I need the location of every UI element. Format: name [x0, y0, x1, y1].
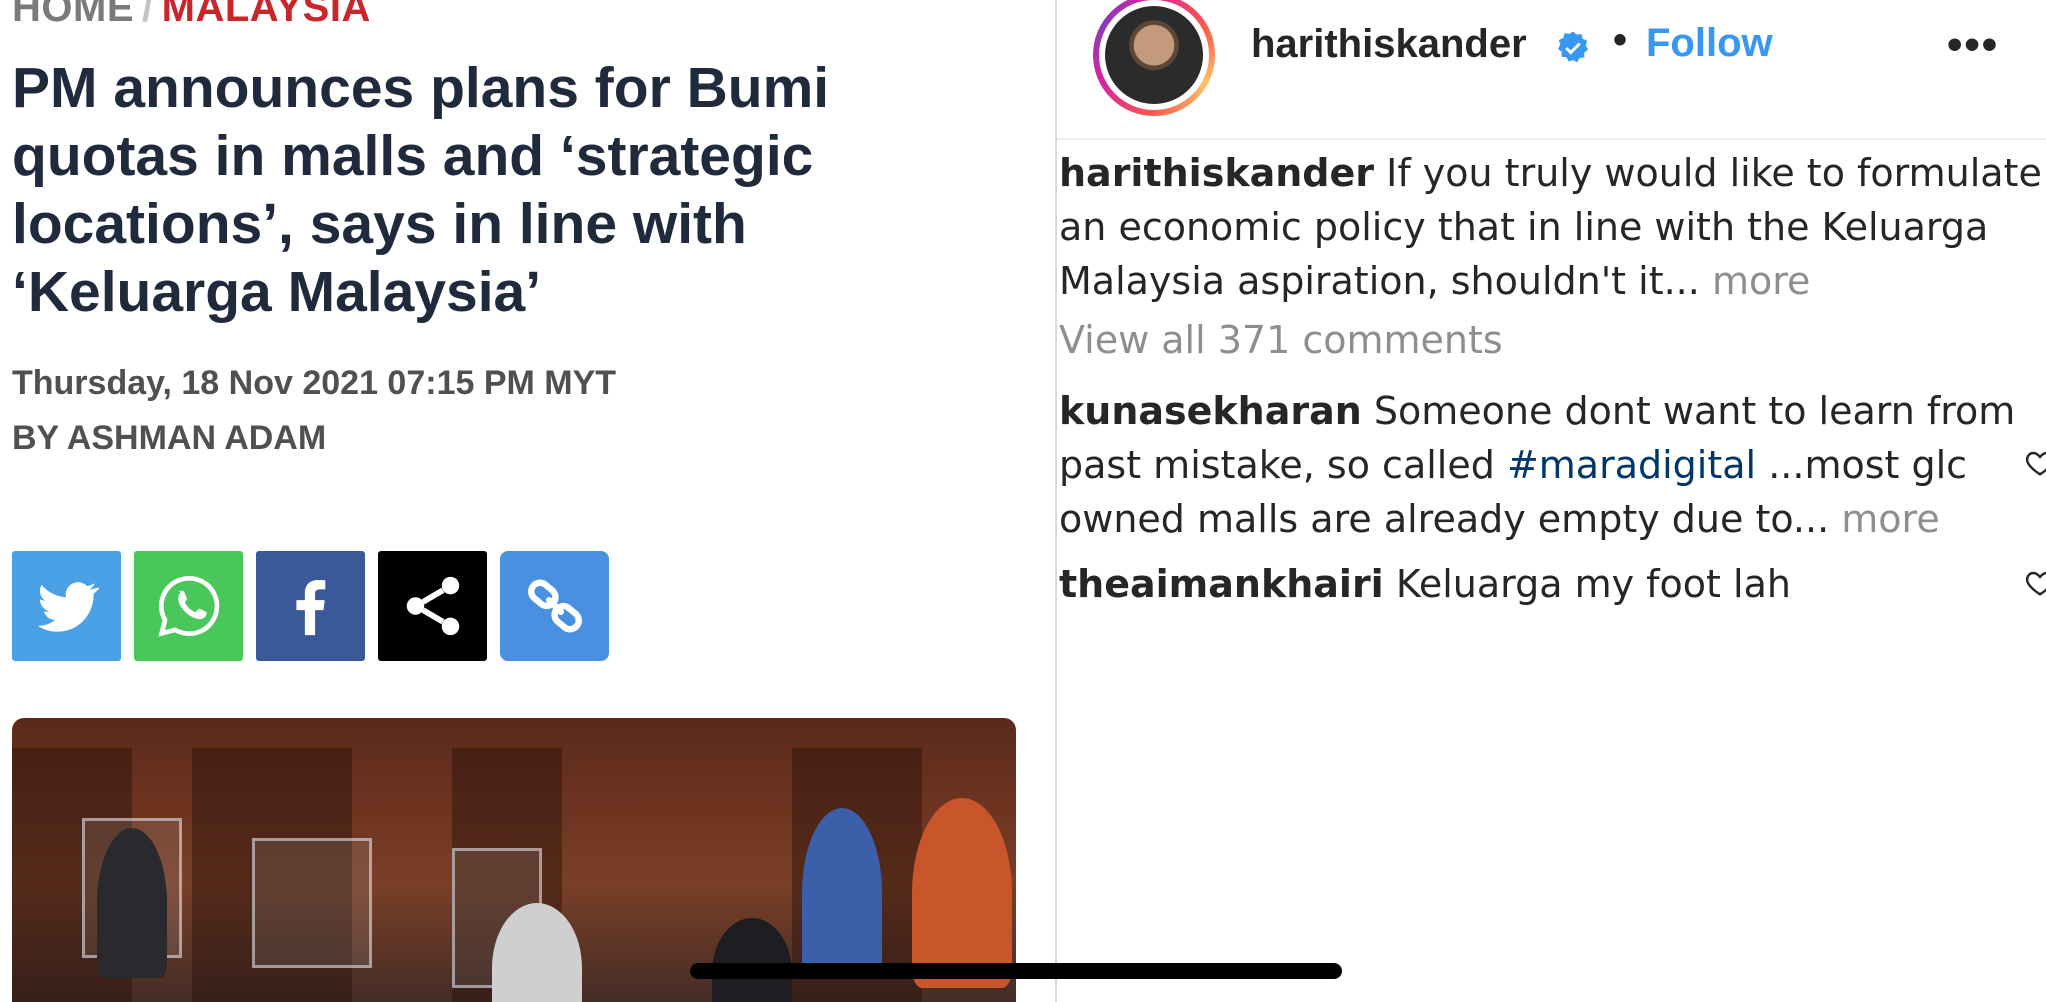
post-caption: harithiskander If you truly would like t… — [1059, 146, 2046, 308]
article-photo — [12, 718, 1016, 1002]
like-comment-heart-icon[interactable] — [2023, 567, 2046, 599]
more-options-icon[interactable]: ••• — [1947, 20, 1999, 70]
header-dot-separator: • — [1613, 18, 1628, 62]
breadcrumb-home-link[interactable]: HOME — [12, 0, 134, 30]
comment: theaimankhairi Keluarga my foot lah — [1059, 557, 2019, 611]
share-icon — [406, 576, 459, 636]
follow-button[interactable]: Follow — [1646, 21, 1773, 66]
breadcrumb: HOME / MALAYSIA — [12, 0, 371, 28]
story-ring[interactable] — [1093, 0, 1215, 116]
native-share-button[interactable] — [378, 551, 487, 661]
avatar — [1105, 6, 1203, 104]
facebook-share-button[interactable] — [256, 551, 365, 661]
comment-text: Keluarga my foot lah — [1395, 562, 1791, 606]
instagram-post: harithiskander • Follow ••• harithiskand… — [1057, 0, 2046, 1002]
comment-hashtag-link[interactable]: #maradigital — [1507, 443, 1756, 487]
caption-username[interactable]: harithiskander — [1059, 151, 1374, 195]
twitter-share-button[interactable] — [12, 551, 121, 661]
breadcrumb-separator: / — [142, 0, 154, 30]
comment-more-link[interactable]: more — [1841, 497, 1939, 541]
share-buttons — [12, 551, 609, 661]
article-author: BY ASHMAN ADAM — [12, 419, 327, 457]
comment-username[interactable]: kunasekharan — [1059, 389, 1362, 433]
breadcrumb-section-link[interactable]: MALAYSIA — [162, 0, 371, 30]
news-article: HOME / MALAYSIA PM announces plans for Bum… — [0, 0, 1055, 1002]
whatsapp-share-button[interactable] — [134, 551, 243, 661]
like-comment-heart-icon[interactable] — [2023, 447, 2046, 479]
copy-link-button[interactable] — [500, 551, 609, 661]
link-icon — [527, 579, 582, 633]
comment-username[interactable]: theaimankhairi — [1059, 562, 1384, 606]
comment: kunasekharan Someone dont want to learn … — [1059, 384, 2019, 546]
verified-badge-icon — [1558, 31, 1588, 63]
whatsapp-icon — [157, 575, 219, 637]
facebook-icon — [295, 580, 325, 636]
post-header: harithiskander • Follow ••• — [1057, 0, 2046, 140]
home-indicator[interactable] — [690, 963, 1342, 979]
view-all-comments-link[interactable]: View all 371 comments — [1059, 318, 1503, 362]
caption-more-link[interactable]: more — [1712, 259, 1810, 303]
header-username[interactable]: harithiskander — [1251, 22, 1527, 67]
article-headline: PM announces plans for Bumi quotas in ma… — [12, 56, 830, 324]
twitter-icon — [37, 582, 99, 632]
article-date: Thursday, 18 Nov 2021 07:15 PM MYT — [12, 364, 617, 402]
